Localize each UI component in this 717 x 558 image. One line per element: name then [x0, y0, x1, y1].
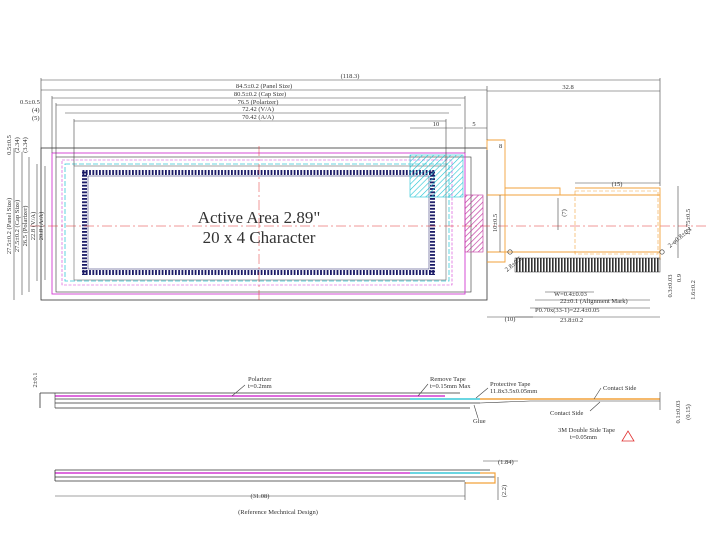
dim-2-34: (2.34): [14, 137, 21, 153]
character-grid-top: [82, 170, 435, 175]
active-area-title: Active Area 2.89": [198, 208, 321, 227]
dim-r2: 0.9: [676, 274, 683, 282]
dim-32-8: 32.8: [562, 84, 573, 91]
dim-r3: 0.3±0.03: [667, 274, 674, 297]
dim-118: (118.3): [341, 73, 360, 80]
character-grid-bottom: [82, 270, 435, 275]
dim-pitch: P0.70x(33-1)=22.4±0.05: [535, 307, 599, 314]
dim-panel-height: 27.5±0.2 (Panel Size): [6, 198, 13, 254]
dim-0-5-bot: 0.5±0.5: [6, 135, 13, 155]
dim-5-top: 5: [472, 121, 475, 128]
warning-triangle-icon: [621, 430, 635, 442]
label-3m-tape: 3M Double Side Tape: [558, 427, 615, 434]
dim-31-08: (31.08): [251, 493, 270, 500]
dim-aa-height: 20.8 (A/A): [38, 212, 45, 241]
dim-cap-size: 80.5±0.2 (Cap Size): [234, 91, 286, 98]
dim-0-1: 0.1±0.03: [675, 400, 682, 423]
dim-2-2: (2.2): [501, 485, 508, 497]
dim-15: (15): [612, 181, 623, 188]
label-protective-tape: Protective Tape: [490, 381, 531, 388]
dim-0-5: 0.5±0.5: [20, 99, 40, 106]
fpc-tail: [486, 139, 661, 263]
dim-r1: 1.6±0.2: [690, 280, 697, 300]
active-area-subtitle: 20 x 4 Character: [203, 228, 316, 247]
dim-va: 72.42 (V/A): [242, 106, 274, 113]
caption: (Reference Mechnical Design): [238, 509, 318, 516]
fpc-stiffener: [574, 190, 659, 255]
label-polarizer: Polarizer: [248, 376, 272, 383]
side-view-fpc-bent: (1.84) (31.08) (2.2): [54, 459, 518, 500]
fpc-connector: [514, 257, 661, 273]
label-contact-side-2: Contact Side: [550, 410, 584, 417]
fpc-dimensions: (15) (7) 10±0.5 13.75±0.5 2-φ0.8±0.1 2.8…: [487, 181, 697, 324]
top-view: Active Area 2.89" 20 x 4 Character (118.…: [6, 73, 706, 324]
dim-10-top: 10: [433, 121, 440, 128]
label-remove-tape-t: t=0.15mm Max: [430, 383, 471, 390]
character-grid-left: [82, 170, 87, 275]
dim-hole: 2-φ0.8±0.1: [667, 226, 694, 250]
side-view: Polarizer t=0.2mm Remove Tape t=0.15mm M…: [32, 373, 692, 442]
dim-3-34: (3.34): [22, 137, 29, 153]
dim-4: (4): [32, 107, 40, 114]
label-glue: Glue: [473, 418, 486, 425]
cyan-hatched-block: [409, 154, 464, 198]
dim-w: W=0.4±0.03: [554, 291, 587, 298]
dim-7: (7): [561, 209, 568, 217]
dim-va-height: 22.8 (V/A): [30, 212, 37, 241]
dim-panel-size: 84.5±0.2 (Panel Size): [236, 83, 292, 90]
label-remove-tape: Remove Tape: [430, 376, 466, 383]
dim-10-bottom: (10): [505, 316, 516, 323]
label-protective-tape-size: 11.8x3.5x0.05mm: [490, 388, 537, 395]
dim-polarizer-height: 26.5 (Polarizer): [22, 206, 29, 247]
dim-cap-height: 27.5±0.2 (Cap Size): [14, 200, 21, 252]
label-contact-side-1: Contact Side: [603, 385, 637, 392]
alignment-mark-right: [659, 249, 665, 255]
dim-5: (5): [32, 115, 40, 122]
label-polarizer-t: t=0.2mm: [248, 383, 272, 390]
dim-8: 8: [499, 143, 502, 150]
dim-0-15: (0.15): [685, 404, 692, 420]
dim-2-t: 2±0.1: [32, 373, 39, 388]
top-dimensions: (118.3) 84.5±0.2 (Panel Size) 80.5±0.2 (…: [20, 73, 661, 186]
dim-aa: 70.42 (A/A): [242, 114, 274, 121]
dim-1-84: (1.84): [498, 459, 514, 466]
magenta-hatched-block: [464, 194, 484, 253]
dim-23-8: 23.8±0.2: [560, 317, 583, 324]
dim-10-left: 10±0.5: [492, 214, 499, 232]
left-dimensions: 27.5±0.2 (Panel Size) 27.5±0.2 (Cap Size…: [6, 135, 46, 300]
mechanical-drawing: Active Area 2.89" 20 x 4 Character (118.…: [6, 73, 706, 516]
dim-alignment: 22±0.1 (Alignment Mark): [560, 298, 628, 305]
label-3m-tape-t: t=0.05mm: [570, 434, 597, 441]
dim-polarizer: 76.5 (Polarizer): [238, 99, 279, 106]
